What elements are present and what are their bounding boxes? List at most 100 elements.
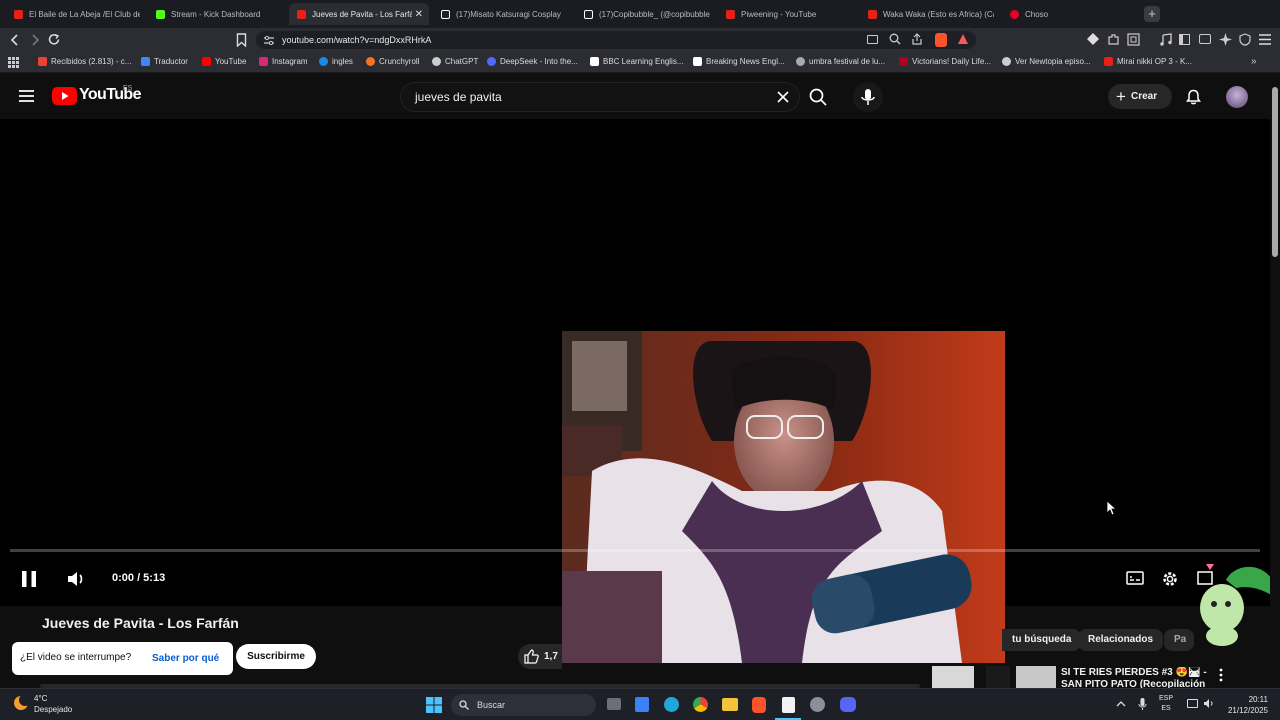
notifications-bell-icon[interactable] [1186,89,1201,105]
tab-0[interactable]: El Baile de La Abeja /El Club de [6,3,140,25]
vpn-shield-icon[interactable] [1239,33,1251,46]
task-view-icon[interactable] [607,698,621,710]
sparkle-icon[interactable] [1219,33,1232,46]
windows-taskbar: 4°C Despejado Buscar ESP ES 20:11 21/12/20… [0,688,1280,720]
avatar[interactable] [1226,86,1248,108]
close-tab-icon[interactable]: ✕ [415,9,423,20]
windows-start-icon[interactable] [426,697,442,713]
pinterest-favicon-icon [1010,9,1019,19]
taskbar-search-label: Buscar [477,700,506,710]
tab-6[interactable]: Waka Waka (Esto es Africa) (Ca [860,3,994,25]
share-icon[interactable] [911,33,923,45]
bookmark-item[interactable]: Victorians! Daily Life... [899,57,991,66]
media-icon[interactable] [1160,33,1172,46]
more-options-icon[interactable] [1219,668,1223,682]
related-thumbnail[interactable] [932,666,974,688]
tab-5[interactable]: Piweening - YouTube [718,3,852,25]
screenshot-icon[interactable] [1127,33,1140,46]
more-bookmarks-icon[interactable]: » [1251,56,1257,67]
settings-gear-icon[interactable] [1161,570,1179,588]
network-icon[interactable] [1187,699,1198,708]
bookmark-item[interactable]: YouTube [202,57,246,66]
bookmark-item[interactable]: umbra festival de lu... [796,57,885,66]
forward-icon[interactable] [29,34,41,46]
bookmark-item[interactable]: Ver Newtopia episo... [1002,57,1091,66]
chrome-icon[interactable] [693,697,708,712]
new-tab-button[interactable]: + [1144,6,1160,22]
bookmark-item[interactable]: DeepSeek - Into the... [487,57,578,66]
bookmark-label: Breaking News Engl... [706,57,785,66]
hamburger-menu-icon[interactable] [19,90,34,102]
learn-why-link[interactable]: Saber por qué [152,653,219,664]
zoom-icon[interactable] [889,33,901,45]
tab-7[interactable]: Choso [1002,3,1136,25]
install-app-icon[interactable] [867,35,878,44]
bookmark-item[interactable]: Crunchyroll [366,57,419,66]
brave-icon[interactable] [752,697,766,713]
bookmark-item[interactable]: Traductor [141,57,188,66]
clear-search-icon[interactable] [777,91,789,103]
bookmark-item[interactable]: ChatGPT [432,57,478,66]
tab-4[interactable]: (17)Copibubble_ (@copibubble [576,3,710,25]
search-icon[interactable] [809,88,827,106]
tab-1[interactable]: Stream - Kick Dashboard [148,3,282,25]
leo-ai-icon[interactable] [1087,33,1099,45]
chip-partial[interactable]: Pa [1164,629,1194,651]
menu-icon[interactable] [1259,34,1271,45]
related-thumbnail[interactable] [1016,666,1056,688]
store-icon[interactable] [635,697,649,712]
keyboard-language[interactable]: ESP ES [1159,694,1173,714]
subscribe-button[interactable]: Suscribirme [236,644,316,669]
bookmark-label: ingles [332,57,353,66]
subtitles-icon[interactable] [1126,571,1144,585]
like-button[interactable]: 1,7 [518,644,562,669]
tab-2-active[interactable]: Jueves de Pavita - Los Farfá ✕ [289,3,429,25]
extensions-icon[interactable] [1107,33,1120,46]
taskbar-search[interactable]: Buscar [451,694,596,716]
bookmark-item[interactable]: Breaking News Engl... [693,57,785,66]
chip-your-search[interactable]: tu búsqueda [1002,629,1082,651]
create-button[interactable]: + Crear [1108,84,1172,109]
pause-icon[interactable] [21,570,37,588]
show-hidden-icons-icon[interactable] [1116,700,1126,708]
scrollbar-thumb[interactable] [1272,87,1278,257]
page-scrollbar[interactable] [1270,73,1280,688]
bookmark-label: umbra festival de lu... [809,57,886,66]
chip-related[interactable]: Relacionados [1078,629,1164,651]
bookmark-item[interactable]: ingles [319,57,353,66]
bookmark-label: Instagram [272,57,308,66]
sidebar-icon[interactable] [1179,34,1190,45]
volume-icon[interactable] [67,571,86,587]
bookmark-item[interactable]: Recibidos (2.813) - c... [38,57,131,66]
settings-app-icon[interactable] [810,697,825,712]
brave-shields-icon[interactable] [935,33,947,47]
speaker-tray-icon[interactable] [1203,698,1214,709]
wallet-icon[interactable] [1199,34,1211,44]
brave-rewards-icon[interactable] [957,33,969,45]
search-input[interactable]: jueves de pavita [400,82,800,112]
apps-grid-icon[interactable] [8,57,19,68]
youtube-icon [1104,57,1113,66]
kick-favicon-icon [156,9,165,19]
youtube-logo-icon[interactable] [52,87,77,105]
clock-time: 20:11 [1248,695,1268,704]
file-explorer-icon[interactable] [722,698,738,711]
related-thumbnail[interactable] [986,666,1010,688]
discord-icon[interactable] [840,697,856,712]
related-video-title[interactable]: SI TE RIES PIERDES #3 😍🛤 - SAN PITO PATO… [1061,667,1211,688]
bookmark-item[interactable]: Instagram [259,57,308,66]
edge-icon[interactable] [664,697,679,712]
clock[interactable]: 20:11 21/12/2025 [1222,694,1268,716]
microphone-tray-icon[interactable] [1138,697,1147,711]
site-info-icon[interactable] [264,36,274,45]
reload-icon[interactable] [48,33,61,46]
bookmark-item[interactable]: BBC Learning Englis... [590,57,684,66]
tab-3[interactable]: (17)Misato Katsuragi Cosplay [433,3,567,25]
voice-search-button[interactable] [853,82,883,112]
back-icon[interactable] [9,34,21,46]
document-app-icon[interactable] [782,697,795,713]
progress-bar[interactable] [10,549,1260,552]
tiktok-favicon-icon [441,9,450,19]
bookmark-icon[interactable] [236,33,247,47]
bookmark-item[interactable]: Mirai nikki OP 3 - K... [1104,57,1192,66]
